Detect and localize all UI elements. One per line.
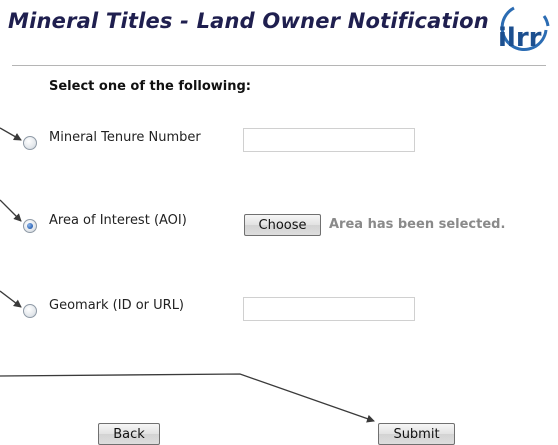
arrow-to-tenure-radio (0, 127, 22, 141)
arrow-to-aoi-radio (0, 199, 22, 222)
arrow-to-geomark-radio (0, 290, 22, 308)
annotation-arrows (0, 127, 375, 423)
arrow-to-submit (0, 373, 375, 423)
